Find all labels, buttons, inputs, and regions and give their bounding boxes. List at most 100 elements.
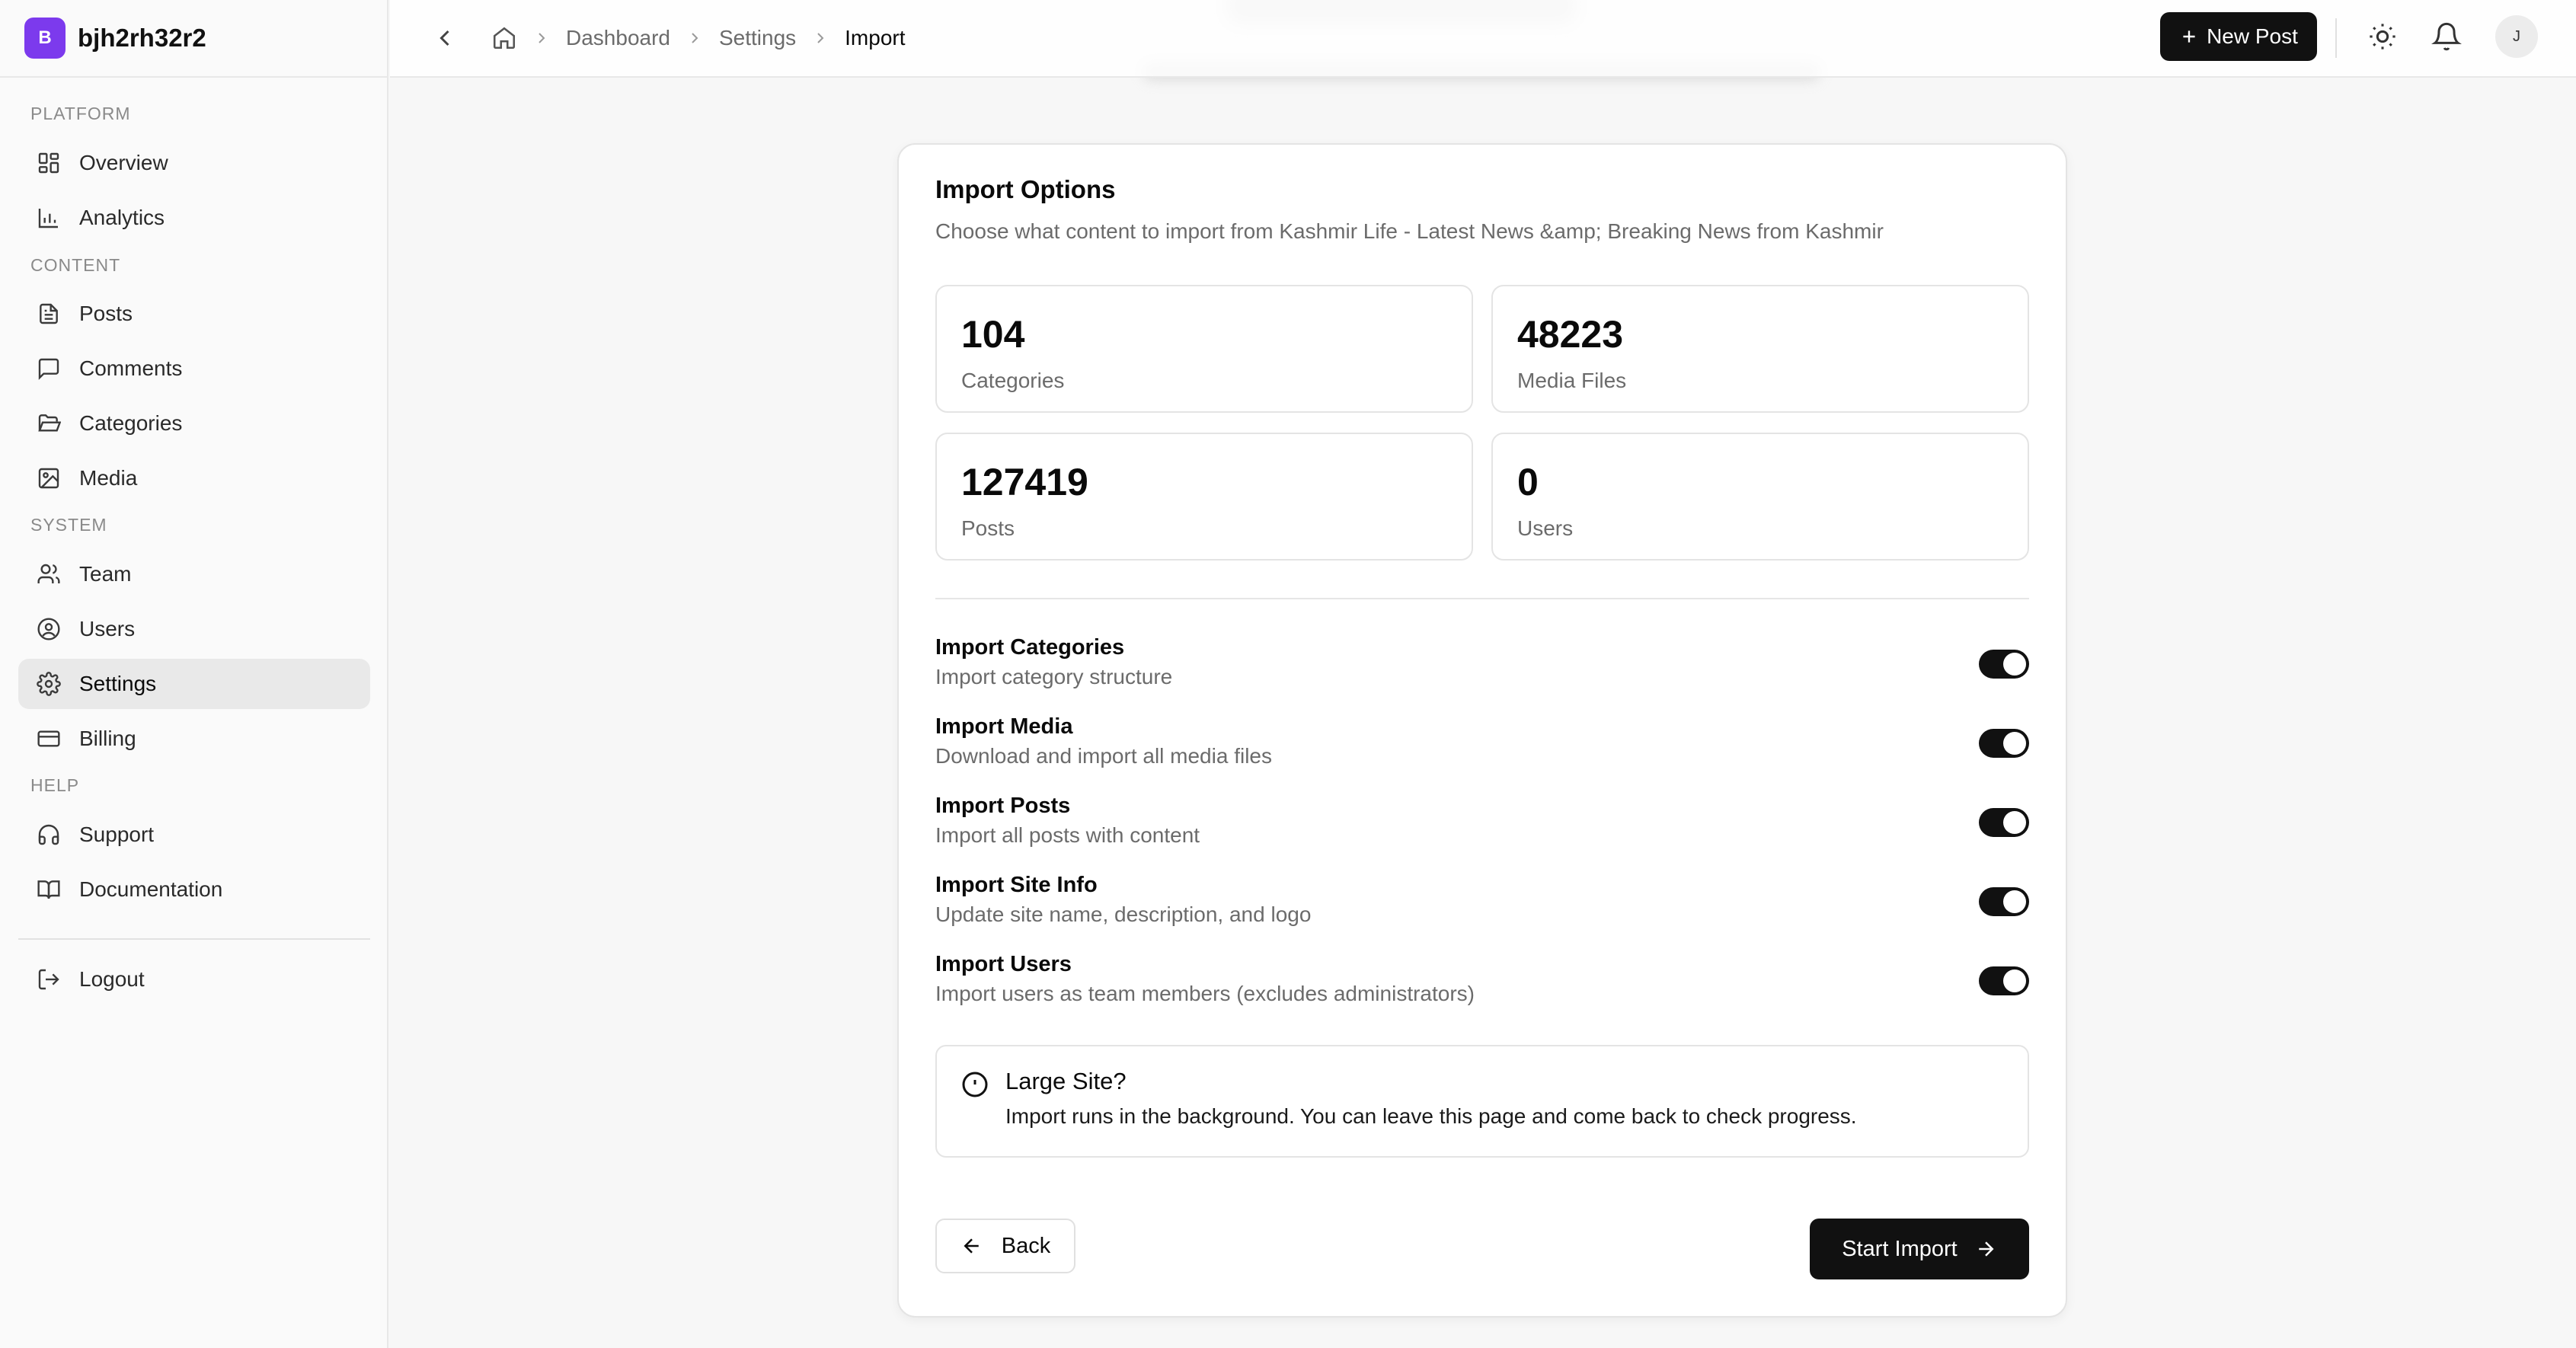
sidebar-item-label: Billing: [79, 727, 136, 750]
sidebar-item-analytics[interactable]: Analytics: [18, 193, 370, 243]
alert-text: Import runs in the background. You can l…: [1005, 1104, 1857, 1128]
back-label: Back: [1001, 1233, 1051, 1258]
sidebar-item-label: Comments: [79, 356, 183, 380]
sidebar-item-media[interactable]: Media: [18, 453, 370, 503]
logout-icon: [37, 967, 61, 992]
section-label-content: CONTENT: [30, 255, 121, 275]
chevron-right-icon: [532, 29, 551, 47]
sidebar-item-settings[interactable]: Settings: [18, 659, 370, 709]
stat-value: 104: [961, 313, 1025, 356]
toggle-import-users[interactable]: [1979, 966, 2029, 995]
new-post-button[interactable]: New Post: [2160, 12, 2317, 61]
stat-value: 48223: [1517, 313, 1624, 356]
card-description: Choose what content to import from Kashm…: [935, 219, 1884, 243]
sidebar-item-label: Logout: [79, 967, 145, 991]
plus-icon: [2179, 27, 2199, 46]
chevron-right-icon: [811, 29, 829, 47]
option-title-site-info: Import Site Info: [935, 873, 1098, 897]
toggle-knob: [2003, 890, 2026, 913]
headphones-icon: [37, 823, 61, 847]
bar-chart-icon: [37, 206, 61, 230]
stat-label: Posts: [961, 516, 1015, 540]
arrow-left-icon: [960, 1235, 983, 1257]
topbar-divider: [2335, 18, 2337, 58]
sidebar-item-comments[interactable]: Comments: [18, 343, 370, 394]
option-desc-posts: Import all posts with content: [935, 823, 1200, 847]
gear-icon: [37, 672, 61, 696]
section-label-help: HELP: [30, 775, 80, 795]
option-title-posts: Import Posts: [935, 794, 1071, 818]
section-divider: [935, 598, 2029, 599]
large-site-alert: Large Site? Import runs in the backgroun…: [935, 1045, 2029, 1158]
stat-media-files: 48223 Media Files: [1491, 285, 2029, 413]
sidebar-item-users[interactable]: Users: [18, 604, 370, 654]
user-circle-icon: [37, 617, 61, 641]
message-square-icon: [37, 356, 61, 381]
option-desc-users: Import users as team members (excludes a…: [935, 982, 1475, 1005]
credit-card-icon: [37, 727, 61, 751]
sidebar-item-categories[interactable]: Categories: [18, 398, 370, 449]
chevron-left-icon[interactable]: [431, 24, 459, 52]
sidebar-item-label: Analytics: [79, 206, 165, 229]
section-label-system: SYSTEM: [30, 515, 107, 535]
workspace-switcher[interactable]: B bjh2rh32r2: [0, 0, 388, 78]
sidebar-item-label: Posts: [79, 302, 133, 325]
section-label-platform: PLATFORM: [30, 104, 131, 123]
card-title: Import Options: [935, 175, 1116, 203]
toggle-import-categories[interactable]: [1979, 650, 2029, 679]
stat-categories: 104 Categories: [935, 285, 1473, 413]
sidebar-item-overview[interactable]: Overview: [18, 138, 370, 188]
sidebar-item-label: Support: [79, 823, 155, 846]
logout-button[interactable]: Logout: [18, 954, 370, 1005]
sidebar-divider: [18, 938, 370, 940]
sidebar-item-team[interactable]: Team: [18, 549, 370, 599]
toggle-knob: [2003, 811, 2026, 834]
new-post-label: New Post: [2207, 24, 2298, 48]
breadcrumb-dashboard[interactable]: Dashboard: [566, 26, 670, 50]
option-title-categories: Import Categories: [935, 635, 1125, 660]
option-title-media: Import Media: [935, 714, 1073, 739]
stat-posts: 127419 Posts: [935, 433, 1473, 561]
book-open-icon: [37, 877, 61, 902]
breadcrumb-settings[interactable]: Settings: [719, 26, 796, 50]
stat-label: Users: [1517, 516, 1574, 540]
sidebar-item-documentation[interactable]: Documentation: [18, 864, 370, 915]
workspace-name: bjh2rh32r2: [78, 24, 206, 52]
grid-icon: [37, 151, 61, 175]
start-import-button[interactable]: Start Import: [1810, 1219, 2029, 1279]
stat-label: Media Files: [1517, 369, 1627, 392]
sidebar-item-label: Users: [79, 617, 136, 640]
option-desc-categories: Import category structure: [935, 665, 1173, 688]
breadcrumb: Dashboard Settings Import: [491, 20, 906, 56]
sidebar-item-billing[interactable]: Billing: [18, 714, 370, 764]
users-icon: [37, 562, 61, 586]
alert-title: Large Site?: [1005, 1068, 1127, 1094]
avatar[interactable]: J: [2495, 15, 2538, 58]
stat-value: 0: [1517, 461, 1539, 503]
sidebar-item-label: Settings: [79, 672, 157, 695]
home-icon[interactable]: [491, 25, 517, 51]
toggle-import-site-info[interactable]: [1979, 887, 2029, 916]
toggle-knob: [2003, 969, 2026, 992]
toggle-import-posts[interactable]: [1979, 808, 2029, 837]
image-icon: [37, 466, 61, 490]
workspace-logo: B: [24, 18, 66, 59]
option-title-users: Import Users: [935, 952, 1072, 976]
back-button[interactable]: Back: [935, 1219, 1075, 1273]
sidebar: B bjh2rh32r2 PLATFORM Overview Analytics…: [0, 0, 388, 1348]
start-import-label: Start Import: [1842, 1236, 1958, 1261]
sidebar-item-label: Team: [79, 562, 132, 586]
toggle-import-media[interactable]: [1979, 729, 2029, 758]
sun-icon[interactable]: [2367, 21, 2398, 52]
sidebar-item-label: Categories: [79, 411, 183, 435]
stat-label: Categories: [961, 369, 1065, 392]
sidebar-item-label: Documentation: [79, 877, 223, 901]
toggle-knob: [2003, 732, 2026, 755]
chevron-right-icon: [686, 29, 704, 47]
sidebar-item-support[interactable]: Support: [18, 810, 370, 860]
bell-icon[interactable]: [2431, 21, 2462, 52]
toggle-knob: [2003, 653, 2026, 676]
alert-circle-icon: [961, 1071, 989, 1098]
sidebar-item-posts[interactable]: Posts: [18, 289, 370, 339]
option-desc-site-info: Update site name, description, and logo: [935, 902, 1312, 926]
